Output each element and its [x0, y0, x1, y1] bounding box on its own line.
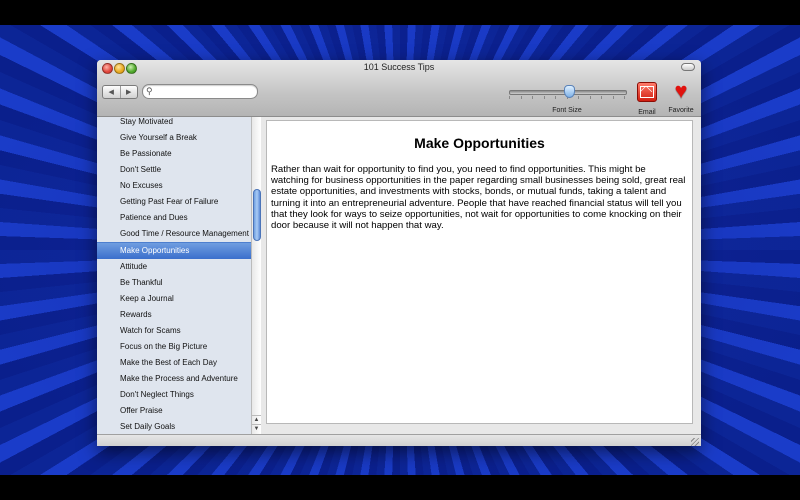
sidebar-scrollbar[interactable]: ▲ ▼ — [251, 117, 261, 434]
window-title: 101 Success Tips — [363, 62, 435, 72]
sidebar-item-label: Give Yourself a Break — [120, 133, 197, 142]
sidebar-item[interactable]: Don't Settle — [97, 162, 251, 178]
sidebar-item-label: Stay Motivated — [120, 117, 173, 126]
search-icon: ⚲ — [146, 86, 153, 96]
sidebar-item[interactable]: Getting Past Fear of Failure — [97, 194, 251, 210]
sidebar-item-label: Set Daily Goals — [120, 422, 176, 431]
sidebar-item-label: Be Thankful — [120, 278, 163, 287]
sidebar-item-label: Attitude — [120, 262, 148, 271]
sidebar-item[interactable]: Attitude — [97, 259, 251, 275]
sidebar-item[interactable]: Rewards — [97, 307, 251, 323]
title-toolbar: 101 Success Tips ◀ ▶ ⚲ Font Size Email ♥… — [97, 60, 701, 117]
sidebar-item[interactable]: Keep a Journal — [97, 291, 251, 307]
favorite-label: Favorite — [668, 107, 694, 114]
tips-sidebar: Stay Motivated Give Yourself a Break Be Pa… — [97, 117, 262, 434]
tip-body: Rather than wait for opportunity to find… — [271, 164, 686, 232]
scroll-down-arrow-icon[interactable]: ▼ — [252, 424, 261, 434]
sidebar-item-label: Don't Settle — [120, 165, 162, 174]
sidebar-item[interactable]: Watch for Scams — [97, 323, 251, 339]
sidebar-item-label: Make the Process and Adventure — [120, 374, 238, 383]
tips-list: Stay Motivated Give Yourself a Break Be Pa… — [97, 117, 251, 434]
sidebar-item[interactable]: Good Time / Resource Management — [97, 226, 251, 242]
sidebar-item[interactable]: Give Yourself a Break — [97, 130, 251, 146]
sidebar-item-label: Keep a Journal — [120, 294, 174, 303]
sidebar-item-label: Good Time / Resource Management — [120, 229, 249, 238]
sidebar-item[interactable]: Make the Best of Each Day — [97, 355, 251, 371]
email-button[interactable]: Email — [630, 80, 664, 116]
sidebar-item[interactable]: Patience and Dues — [97, 210, 251, 226]
sidebar-item[interactable]: Be Thankful — [97, 275, 251, 291]
sidebar-item[interactable]: Make Opportunities — [97, 242, 251, 259]
sidebar-item[interactable]: Don't Neglect Things — [97, 387, 251, 403]
sidebar-item[interactable]: Make the Process and Adventure — [97, 371, 251, 387]
tip-title: Make Opportunities — [414, 135, 545, 151]
app-window: 101 Success Tips ◀ ▶ ⚲ Font Size Email ♥… — [97, 60, 701, 446]
sidebar-item[interactable]: Be Passionate — [97, 146, 251, 162]
forward-button[interactable]: ▶ — [119, 86, 138, 98]
sidebar-item-label: Make the Best of Each Day — [120, 358, 217, 367]
navigation-buttons: ◀ ▶ — [102, 85, 138, 99]
search-input[interactable] — [157, 85, 253, 97]
sidebar-item[interactable]: Set Daily Goals — [97, 419, 251, 434]
email-label: Email — [638, 109, 656, 116]
sidebar-item[interactable]: Focus on the Big Picture — [97, 339, 251, 355]
favorite-button[interactable]: ♥ Favorite — [664, 78, 698, 115]
sidebar-item-label: Patience and Dues — [120, 213, 188, 222]
letterbox-top — [0, 0, 800, 25]
envelope-icon — [637, 82, 657, 102]
sidebar-item-label: Focus on the Big Picture — [120, 342, 208, 351]
forward-arrow-icon: ▶ — [126, 89, 132, 96]
split-view-divider[interactable] — [261, 117, 265, 434]
search-field[interactable]: ⚲ — [142, 84, 258, 99]
sidebar-item-label: Make Opportunities — [120, 246, 190, 255]
status-bar — [97, 434, 701, 446]
sidebar-item[interactable]: Stay Motivated — [97, 117, 251, 130]
resize-grip-icon[interactable] — [691, 438, 699, 446]
sidebar-item-label: No Excuses — [120, 181, 163, 190]
back-button[interactable]: ◀ — [103, 86, 120, 98]
sidebar-item-label: Getting Past Fear of Failure — [120, 197, 219, 206]
letterbox-bottom — [0, 475, 800, 500]
sidebar-item[interactable]: Offer Praise — [97, 403, 251, 419]
font-size-slider[interactable] — [509, 85, 627, 99]
sidebar-item-label: Be Passionate — [120, 149, 172, 158]
sidebar-item-label: Don't Neglect Things — [120, 390, 194, 399]
toolbar-toggle-button[interactable] — [681, 63, 695, 71]
slider-knob[interactable] — [564, 85, 575, 98]
sidebar-item-label: Rewards — [120, 310, 152, 319]
back-arrow-icon: ◀ — [108, 89, 114, 96]
sidebar-item-label: Watch for Scams — [120, 326, 181, 335]
font-size-label: Font Size — [552, 107, 582, 114]
heart-icon: ♥ — [674, 78, 688, 103]
tip-content-pane: Make Opportunities Rather than wait for … — [266, 120, 693, 424]
sidebar-item-label: Offer Praise — [120, 406, 163, 415]
sidebar-item[interactable]: No Excuses — [97, 178, 251, 194]
scrollbar-thumb[interactable] — [253, 189, 261, 241]
